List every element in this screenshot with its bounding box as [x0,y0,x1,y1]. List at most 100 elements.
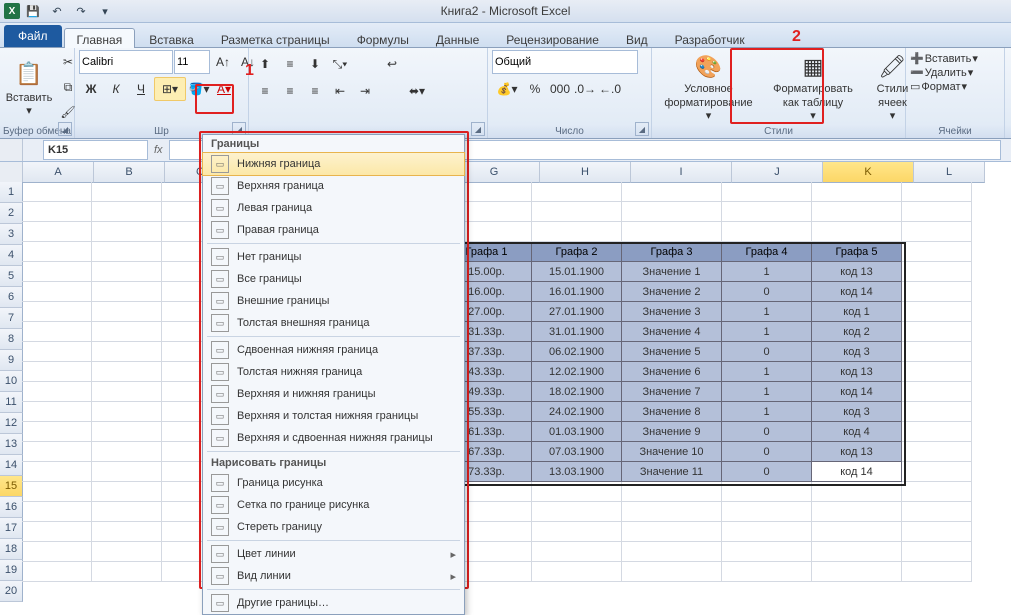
row-header-3[interactable]: 3 [0,224,23,245]
cell[interactable] [902,542,972,562]
cell[interactable] [722,522,812,542]
table-cell[interactable]: 18.02.1900 [532,382,622,402]
cell[interactable] [622,202,722,222]
paste-button[interactable]: 📋 Вставить▾ [4,50,54,126]
table-cell[interactable]: Значение 7 [622,382,722,402]
table-cell[interactable]: 1 [722,302,812,322]
table-cell[interactable]: 0 [722,282,812,302]
table-cell[interactable]: код 14 [812,382,902,402]
row-header-7[interactable]: 7 [0,308,23,329]
cell[interactable] [812,562,902,582]
comma-button[interactable]: 000 [548,77,572,101]
wrap-text-button[interactable]: ↩ [366,52,418,76]
table-cell[interactable]: Значение 4 [622,322,722,342]
cell[interactable] [722,562,812,582]
table-cell[interactable]: 0 [722,422,812,442]
cell[interactable] [812,522,902,542]
table-cell[interactable]: 06.02.1900 [532,342,622,362]
cell[interactable] [92,242,162,262]
align-center-button[interactable]: ≡ [278,79,302,103]
cell[interactable] [902,462,972,482]
underline-button[interactable]: Ч [129,77,153,101]
alignment-dialog-launcher[interactable]: ◢ [471,122,485,136]
cell[interactable] [532,202,622,222]
cell[interactable] [902,362,972,382]
increase-indent-button[interactable]: ⇥ [353,79,377,103]
table-cell[interactable]: 16.01.1900 [532,282,622,302]
cell[interactable] [722,202,812,222]
row-header-4[interactable]: 4 [0,245,23,266]
align-top-button[interactable]: ⬆ [253,52,277,76]
row-header-13[interactable]: 13 [0,434,23,455]
cell[interactable] [22,382,92,402]
borders-menu-item[interactable]: ▭Внешние границы [203,290,464,312]
increase-font-button[interactable]: A↑ [211,50,235,74]
row-header-14[interactable]: 14 [0,455,23,476]
table-cell[interactable]: 0 [722,442,812,462]
table-cell[interactable]: 1 [722,382,812,402]
table-cell[interactable]: код 13 [812,442,902,462]
cell[interactable] [812,482,902,502]
borders-menu-item[interactable]: ▭Цвет линии▸ [203,543,464,565]
cell[interactable] [902,302,972,322]
cell[interactable] [22,402,92,422]
cell[interactable] [22,302,92,322]
cell[interactable] [22,482,92,502]
borders-menu-item[interactable]: ▭Граница рисунка [203,472,464,494]
table-cell[interactable]: Значение 11 [622,462,722,482]
row-header-6[interactable]: 6 [0,287,23,308]
conditional-formatting-button[interactable]: 🎨 Условное форматирование ▾ [656,50,761,126]
cell[interactable] [22,542,92,562]
cell[interactable] [902,402,972,422]
cell[interactable] [22,202,92,222]
qat-customize-button[interactable]: ▾ [94,1,116,21]
table-cell[interactable]: Значение 1 [622,262,722,282]
cell[interactable] [722,502,812,522]
cell[interactable] [812,542,902,562]
table-header[interactable]: Графа 5 [812,242,902,262]
table-cell[interactable]: код 3 [812,342,902,362]
percent-button[interactable]: % [523,77,547,101]
orientation-button[interactable]: ⤡▾ [328,52,352,76]
cell[interactable] [532,482,622,502]
row-header-19[interactable]: 19 [0,560,23,581]
cell[interactable] [92,342,162,362]
cell[interactable] [622,522,722,542]
cell[interactable] [92,262,162,282]
table-cell[interactable]: 07.03.1900 [532,442,622,462]
cell[interactable] [902,422,972,442]
cell[interactable] [902,342,972,362]
row-header-2[interactable]: 2 [0,203,23,224]
table-cell[interactable]: 1 [722,322,812,342]
file-tab[interactable]: Файл [4,25,62,47]
table-header[interactable]: Графа 2 [532,242,622,262]
cell[interactable] [812,202,902,222]
cell[interactable] [22,522,92,542]
cell[interactable] [92,502,162,522]
cell[interactable] [902,322,972,342]
cell[interactable] [622,182,722,202]
cell[interactable] [92,302,162,322]
cell[interactable] [22,442,92,462]
cell[interactable] [722,182,812,202]
table-cell[interactable]: 31.01.1900 [532,322,622,342]
cell[interactable] [812,222,902,242]
cell[interactable] [532,522,622,542]
cell[interactable] [22,342,92,362]
table-cell[interactable]: 0 [722,342,812,362]
cell[interactable] [22,502,92,522]
cell[interactable] [92,182,162,202]
table-cell[interactable]: Значение 3 [622,302,722,322]
align-middle-button[interactable]: ≡ [278,52,302,76]
borders-menu-item[interactable]: ▭Толстая нижняя граница [203,361,464,383]
cell[interactable] [722,482,812,502]
cell[interactable] [22,282,92,302]
cell[interactable] [902,222,972,242]
cell[interactable] [532,502,622,522]
undo-button[interactable]: ↶ [46,1,68,21]
col-header-A[interactable]: A [23,162,94,183]
col-header-J[interactable]: J [732,162,823,183]
format-cells-button[interactable]: ▭Формат ▾ [910,80,978,93]
cell[interactable] [812,502,902,522]
cell[interactable] [92,562,162,582]
